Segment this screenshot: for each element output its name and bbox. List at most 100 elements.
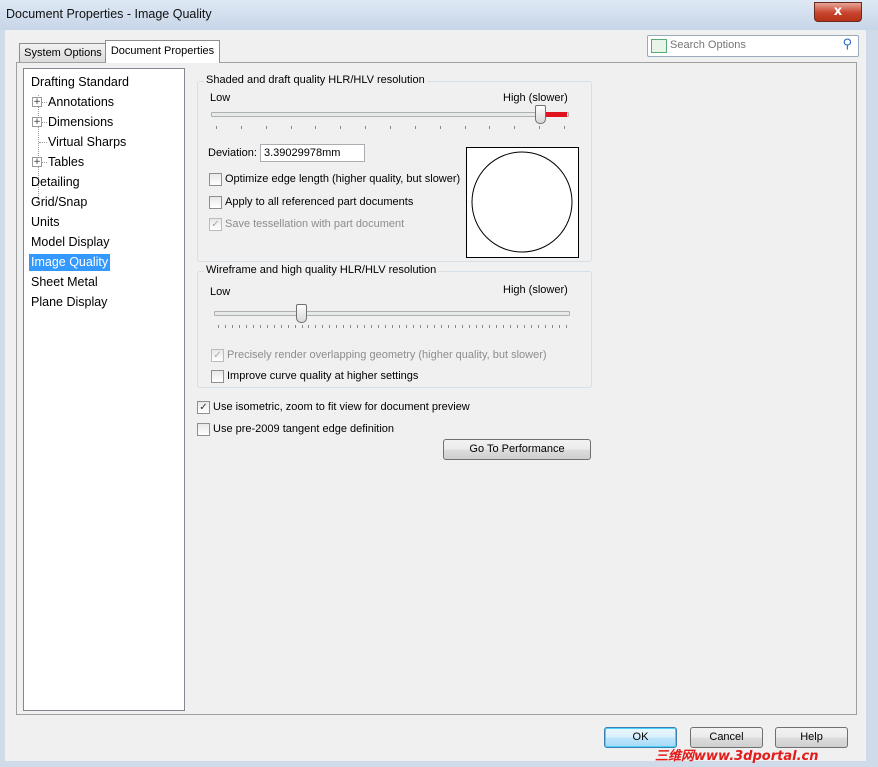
slider-tick <box>245 325 247 328</box>
save-tessellation-checkbox[interactable]: ✓ <box>209 218 222 231</box>
slider-tick <box>510 325 512 328</box>
slider-tick <box>496 325 498 328</box>
nav-item-dimensions[interactable]: Dimensions <box>46 114 115 131</box>
slider-track <box>214 311 570 316</box>
slider-tick <box>440 325 442 328</box>
slider-tick <box>365 126 367 129</box>
slider-tick <box>315 325 317 328</box>
nav-item-grid-snap[interactable]: Grid/Snap <box>29 194 89 211</box>
slider-tick <box>371 325 373 328</box>
slider-tick <box>390 126 391 129</box>
slider-tick <box>405 325 407 328</box>
nav-item-plane-display[interactable]: Plane Display <box>29 294 109 311</box>
go-to-performance-button[interactable]: Go To Performance <box>443 439 591 460</box>
isometric-checkbox[interactable]: ✓ <box>197 401 210 414</box>
close-icon: x <box>833 4 843 19</box>
slider-tick <box>259 325 261 328</box>
slider-tick <box>552 325 554 328</box>
slider-low-label: Low <box>210 286 231 298</box>
slider-track <box>211 112 569 117</box>
slider-tick <box>322 325 324 328</box>
slider-tick <box>414 126 416 129</box>
wireframe-quality-slider[interactable] <box>296 304 307 323</box>
nav-item-sheet-metal[interactable]: Sheet Metal <box>29 274 100 291</box>
tab-document-properties[interactable]: Document Properties <box>105 40 220 63</box>
slider-high-label: High (slower) <box>503 284 568 296</box>
slider-tick <box>545 325 547 328</box>
improve-curve-checkbox[interactable] <box>211 370 224 383</box>
wireframe-quality-group: Wireframe and high quality HLR/HLV resol… <box>197 264 592 388</box>
nav-item-annotations[interactable]: Annotations <box>46 94 116 111</box>
slider-tick <box>482 325 484 328</box>
expand-plus-icon[interactable]: + <box>32 97 42 107</box>
shaded-quality-group: Shaded and draft quality HLR/HLV resolut… <box>197 74 592 262</box>
nav-item-virtual-sharps[interactable]: Virtual Sharps <box>46 134 128 151</box>
precisely-render-checkbox[interactable]: ✓ <box>211 349 224 362</box>
slider-tick <box>364 325 366 328</box>
tab-label: Document Properties <box>110 45 215 57</box>
nav-item-units[interactable]: Units <box>29 214 61 231</box>
slider-tick <box>426 325 428 328</box>
slider-tick <box>240 126 242 129</box>
nav-item-detailing[interactable]: Detailing <box>29 174 82 191</box>
slider-tick <box>280 325 282 328</box>
slider-tick <box>524 325 526 328</box>
slider-tick <box>517 325 519 328</box>
search-icon[interactable]: ⚲ <box>842 37 852 52</box>
slider-tick <box>419 325 421 328</box>
dialog-client: System Options Document Properties ⚲ Dra… <box>5 30 866 761</box>
tab-system-options[interactable]: System Options <box>19 43 107 63</box>
nav-item-drafting-standard[interactable]: Drafting Standard <box>29 74 131 91</box>
deviation-label: Deviation: <box>208 147 257 159</box>
slider-tick <box>294 325 296 328</box>
options-list-icon <box>651 39 667 53</box>
slider-tick <box>378 325 380 328</box>
precisely-render-label: Precisely render overlapping geometry (h… <box>227 349 547 361</box>
expand-plus-icon[interactable]: + <box>32 157 42 167</box>
options-tree[interactable]: Drafting Standard + Annotations + Dimens… <box>23 68 185 711</box>
slider-tick <box>539 126 541 129</box>
nav-item-image-quality[interactable]: Image Quality <box>29 254 111 271</box>
group-title: Wireframe and high quality HLR/HLV resol… <box>204 264 439 276</box>
optimize-edge-label: Optimize edge length (higher quality, bu… <box>225 173 461 185</box>
slider-low-label: Low <box>210 92 231 104</box>
slider-tick <box>266 325 268 328</box>
search-input[interactable] <box>670 37 830 53</box>
slider-tick <box>461 325 463 328</box>
close-button[interactable]: x <box>814 2 862 22</box>
slider-tick <box>218 325 219 328</box>
search-box[interactable]: ⚲ <box>647 35 859 57</box>
slider-tick <box>290 126 292 129</box>
expand-plus-icon[interactable]: + <box>32 117 42 127</box>
optimize-edge-checkbox[interactable] <box>209 173 222 186</box>
shaded-quality-slider[interactable] <box>535 105 546 124</box>
slider-tick <box>503 325 505 328</box>
slider-tick <box>336 325 338 328</box>
apply-all-checkbox[interactable] <box>209 196 222 209</box>
tab-label: System Options <box>24 47 102 59</box>
slider-tick <box>447 325 449 328</box>
apply-all-label: Apply to all referenced part documents <box>225 196 414 208</box>
slider-tick <box>489 325 491 328</box>
deviation-field[interactable]: 3.39029978mm <box>260 144 365 162</box>
slider-tick <box>454 325 456 328</box>
slider-tick <box>350 325 352 328</box>
slider-tick <box>538 325 540 328</box>
improve-curve-label: Improve curve quality at higher settings <box>227 370 419 382</box>
slider-tick <box>231 325 233 328</box>
window-title: Document Properties - Image Quality <box>6 7 212 21</box>
pre2009-label: Use pre-2009 tangent edge definition <box>213 423 395 435</box>
save-tessellation-label: Save tessellation with part document <box>225 218 405 230</box>
pre2009-checkbox[interactable] <box>197 423 210 436</box>
slider-tick <box>464 126 466 129</box>
slider-tick <box>308 325 310 328</box>
slider-tick <box>514 126 516 129</box>
nav-item-model-display[interactable]: Model Display <box>29 234 112 251</box>
slider-tick <box>564 126 565 129</box>
slider-tick <box>398 325 400 328</box>
title-bar: Document Properties - Image Quality x <box>0 0 878 30</box>
slider-tick <box>224 325 226 328</box>
nav-item-tables[interactable]: Tables <box>46 154 86 171</box>
slider-tick <box>301 325 303 328</box>
slider-tick <box>216 126 217 129</box>
